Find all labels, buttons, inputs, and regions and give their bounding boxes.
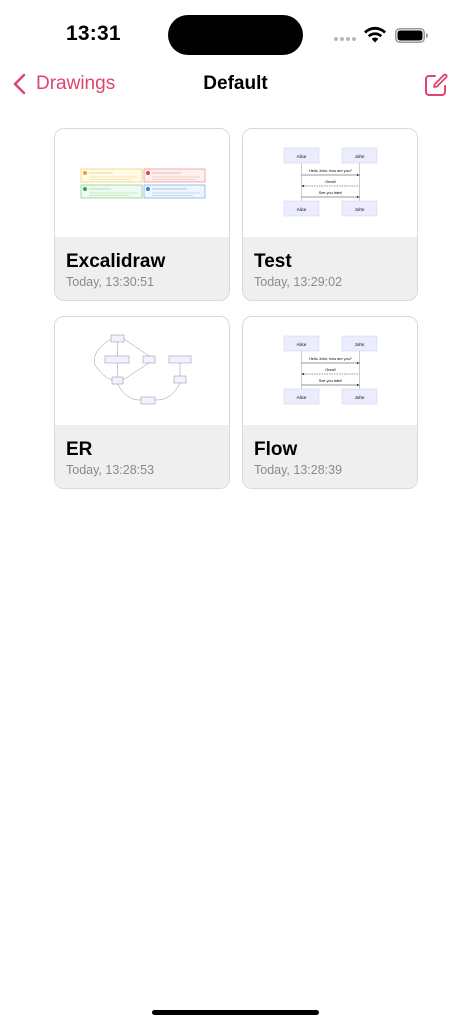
drawing-card-meta: ER Today, 13:28:53 bbox=[55, 425, 229, 488]
drawing-card-meta: Flow Today, 13:28:39 bbox=[243, 425, 417, 488]
drawing-card-meta: Excalidraw Today, 13:30:51 bbox=[55, 237, 229, 300]
drawing-thumbnail: Alice John Hello John, how are you? Grea… bbox=[243, 317, 417, 425]
drawing-title: Flow bbox=[254, 439, 298, 460]
cellular-signal-icon bbox=[334, 37, 356, 41]
wifi-icon bbox=[364, 26, 386, 43]
svg-text:Great!: Great! bbox=[325, 180, 336, 184]
drawing-date: Today, 13:29:02 bbox=[254, 275, 343, 289]
drawing-thumbnail bbox=[55, 317, 229, 425]
svg-text:Hello John, how are you?: Hello John, how are you? bbox=[309, 357, 352, 361]
svg-text:John: John bbox=[355, 395, 365, 400]
sequence-diagram-preview: Alice John Hello John, how are you? Grea… bbox=[283, 335, 378, 405]
svg-text:Alice: Alice bbox=[297, 154, 307, 159]
home-indicator[interactable] bbox=[152, 1010, 319, 1015]
svg-text:Alice: Alice bbox=[297, 342, 307, 347]
drawing-title: Test bbox=[254, 251, 292, 272]
battery-icon bbox=[395, 28, 428, 43]
svg-text:John: John bbox=[355, 342, 365, 347]
drawing-date: Today, 13:30:51 bbox=[66, 275, 155, 289]
svg-text:Alice: Alice bbox=[297, 207, 307, 212]
dynamic-island bbox=[168, 15, 303, 55]
svg-text:Hello John, how are you?: Hello John, how are you? bbox=[309, 169, 352, 173]
compose-icon[interactable] bbox=[423, 72, 449, 98]
status-time: 13:31 bbox=[66, 22, 121, 45]
drawing-card-meta: Test Today, 13:29:02 bbox=[243, 237, 417, 300]
drawing-thumbnail: Alice John Hello John, how are you? Grea… bbox=[243, 129, 417, 237]
drawing-title: ER bbox=[66, 439, 93, 460]
svg-text:John: John bbox=[355, 207, 365, 212]
excalidraw-preview-image bbox=[80, 168, 206, 199]
screen: 13:31 Drawings Default Excalidraw Today,… bbox=[0, 0, 471, 1024]
page-title: Default bbox=[203, 73, 268, 94]
sequence-diagram-preview: Alice John Hello John, how are you? Grea… bbox=[283, 147, 378, 217]
svg-text:Great!: Great! bbox=[325, 368, 336, 372]
drawing-card-er[interactable]: ER Today, 13:28:53 bbox=[54, 316, 230, 489]
er-diagram-preview-image bbox=[94, 334, 192, 405]
drawing-title: Excalidraw bbox=[66, 251, 166, 272]
svg-text:See you later!: See you later! bbox=[319, 191, 342, 195]
svg-text:See you later!: See you later! bbox=[319, 379, 342, 383]
svg-text:Alice: Alice bbox=[297, 395, 307, 400]
drawings-grid: Excalidraw Today, 13:30:51 Alice John He… bbox=[54, 128, 418, 489]
drawing-date: Today, 13:28:39 bbox=[254, 463, 343, 477]
drawing-thumbnail bbox=[55, 129, 229, 237]
drawing-card-flow[interactable]: Alice John Hello John, how are you? Grea… bbox=[242, 316, 418, 489]
drawing-card-test[interactable]: Alice John Hello John, how are you? Grea… bbox=[242, 128, 418, 301]
svg-text:John: John bbox=[355, 154, 365, 159]
drawing-date: Today, 13:28:53 bbox=[66, 463, 155, 477]
navigation-bar: Drawings Default bbox=[0, 64, 471, 108]
status-bar: 13:31 bbox=[0, 0, 471, 70]
drawing-card-excalidraw[interactable]: Excalidraw Today, 13:30:51 bbox=[54, 128, 230, 301]
